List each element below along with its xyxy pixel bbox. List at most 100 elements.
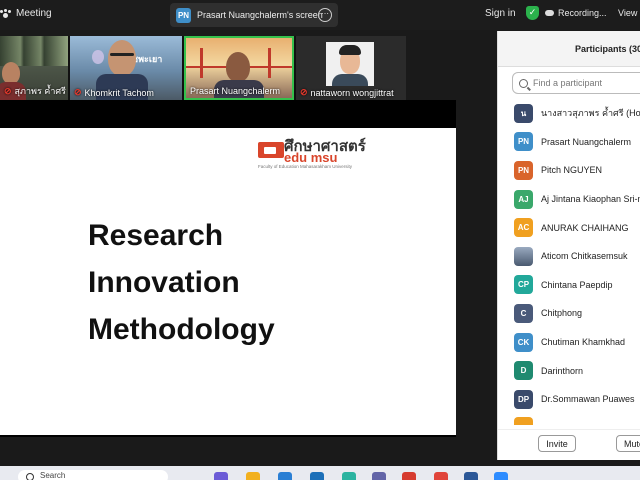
logo-mark-icon [258,142,284,158]
participant-avatar: PN [514,160,533,180]
sharer-avatar: PN [176,7,191,23]
panel-header: Participants (30) [498,31,640,67]
glasses [110,53,134,56]
participant-body [332,74,368,86]
video-tile-active-speaker[interactable]: Prasart Nuangchalerm [184,36,294,100]
participant-search-input[interactable]: Find a participant [512,72,640,94]
teams-chat-icon[interactable] [372,472,386,480]
participant-row[interactable]: น นางสาวสุภาพร ค้ำศรี (Host, me) [514,99,640,128]
participant-avatar: DP [514,389,533,409]
video-strip: ⊘ สุภาพร ค้ำศรี ชพะเยา ⊘ Khomkrit Tachom P… [0,36,406,100]
participant-name: Prasart Nuangchalerm [541,136,632,147]
panel-footer: Invite Mute All [498,429,640,460]
video-name: ⊘ Khomkrit Tachom [74,87,154,98]
mute-all-button[interactable]: Mute All [616,435,640,452]
background-sign: ชพะเยา [132,55,163,65]
participant-name: นางสาวสุภาพร ค้ำศรี (Host, me) [541,108,640,119]
logo-edu-text: edu msu [284,150,338,165]
screen-share-indicator[interactable]: PN Prasart Nuangchalerm's screen ⋯ [170,3,338,27]
participant-name: Chutiman Khamkhad [541,337,626,348]
participant-row[interactable]: DP Dr.Sommawan Puawes [514,385,640,414]
video-tile[interactable]: ชพะเยา ⊘ Khomkrit Tachom [70,36,182,100]
participant-avatar: CP [514,275,533,295]
file-explorer-icon[interactable] [246,472,260,480]
edge-icon[interactable] [342,472,356,480]
recording-label: Recording... [558,8,607,18]
bridge-tower [200,48,203,78]
presentation-slide: ศึกษาศาสตร์ edu msu Faculty of Education… [0,128,456,435]
recording-indicator[interactable]: Recording... [545,8,607,18]
participant-row[interactable]: PN Pitch NGUYEN [514,156,640,185]
participant-photo-avatar [514,246,533,266]
participant-name: Aj Jintana Kiaophan Sri-mueang [541,194,640,205]
top-bar: Meeting PN Prasart Nuangchalerm's screen… [0,0,640,30]
video-name: ⊘ nattaworn wongjittrat [300,87,394,98]
paw-icon [0,8,11,19]
word-icon[interactable] [464,472,478,480]
mic-muted-icon: ⊘ [74,87,82,97]
video-tile[interactable]: ⊘ nattaworn wongjittrat [296,36,406,100]
opera-icon[interactable] [402,472,416,480]
bridge-tower [268,48,271,78]
participant-name: Darinthorn [541,365,584,376]
search-placeholder: Find a participant [533,78,603,88]
zoom-window: Meeting PN Prasart Nuangchalerm's screen… [0,0,640,480]
participant-row[interactable]: AJ Aj Jintana Kiaophan Sri-mueang [514,185,640,214]
participant-face [108,40,136,76]
meeting-label: Meeting [16,8,52,19]
share-title: Prasart Nuangchalerm's screen [197,10,323,20]
participant-avatar: CK [514,332,533,352]
participant-row[interactable]: CP Chintana Paepdip [514,271,640,300]
faculty-logo: ศึกษาศาสตร์ edu msu Faculty of Education… [258,132,378,170]
participant-face [226,52,250,82]
sign-in-link[interactable]: Sign in [485,8,516,19]
participant-row[interactable]: PN Prasart Nuangchalerm [514,128,640,157]
participant-name: ANURAK CHAIHANG [541,222,629,233]
zoom-icon[interactable] [494,472,508,480]
video-name: Prasart Nuangchalerm [190,86,281,96]
meeting-menu[interactable]: Meeting [0,8,52,19]
shared-screen: ศึกษาศาสตร์ edu msu Faculty of Education… [0,100,456,437]
participant-list: น นางสาวสุภาพร ค้ำศรี (Host, me) PN Prasart… [514,99,640,414]
teams-icon[interactable] [214,472,228,480]
background-emblem [92,50,104,64]
participant-row[interactable]: Aticom Chitkasemsuk [514,242,640,271]
participant-avatar: AC [514,218,533,238]
participant-name: Pitch NGUYEN [541,165,603,176]
participant-row[interactable]: D Darinthorn [514,356,640,385]
participant-name: Aticom Chitkasemsuk [541,251,628,262]
security-shield-icon[interactable]: ✓ [526,6,539,20]
participants-panel: Participants (30) Find a participant น นา… [497,31,640,460]
participant-row[interactable]: CK Chutiman Khamkhad [514,328,640,357]
video-name: ⊘ สุภาพร ค้ำศรี [4,85,66,97]
participant-row[interactable]: C Chitphong [514,299,640,328]
participant-avatar: C [514,303,533,323]
participant-row[interactable]: AC ANURAK CHAIHANG [514,213,640,242]
hair [339,45,361,55]
participant-avatar: AJ [514,189,533,209]
slide-title-line: Research [88,219,224,252]
taskbar-search-input[interactable]: Search [18,470,168,480]
chrome-icon[interactable] [434,472,448,480]
invite-button[interactable]: Invite [538,435,576,452]
participants-title: Participants (30) [575,44,640,54]
participant-name: Dr.Sommawan Puawes [541,394,635,405]
cloud-icon [545,10,554,16]
participant-name: Chintana Paepdip [541,279,613,290]
store-icon[interactable] [278,472,292,480]
mail-icon[interactable] [310,472,324,480]
more-options-icon[interactable]: ⋯ [318,8,332,22]
slide-title-line: Methodology [88,313,275,346]
windows-taskbar: Search [0,466,640,480]
mic-muted-icon: ⊘ [4,85,12,96]
participant-face [2,62,20,84]
search-icon [519,78,528,88]
participant-name: Chitphong [541,308,583,319]
view-menu[interactable]: View [618,8,637,18]
video-tile[interactable]: ⊘ สุภาพร ค้ำศรี [0,36,68,100]
participant-avatar: D [514,361,533,381]
profile-photo [326,42,374,86]
slide-title: Research Innovation Methodology [88,212,275,353]
participant-list-partial-row [514,417,533,425]
logo-subtitle: Faculty of Education Mahasarakham Univer… [258,164,353,169]
